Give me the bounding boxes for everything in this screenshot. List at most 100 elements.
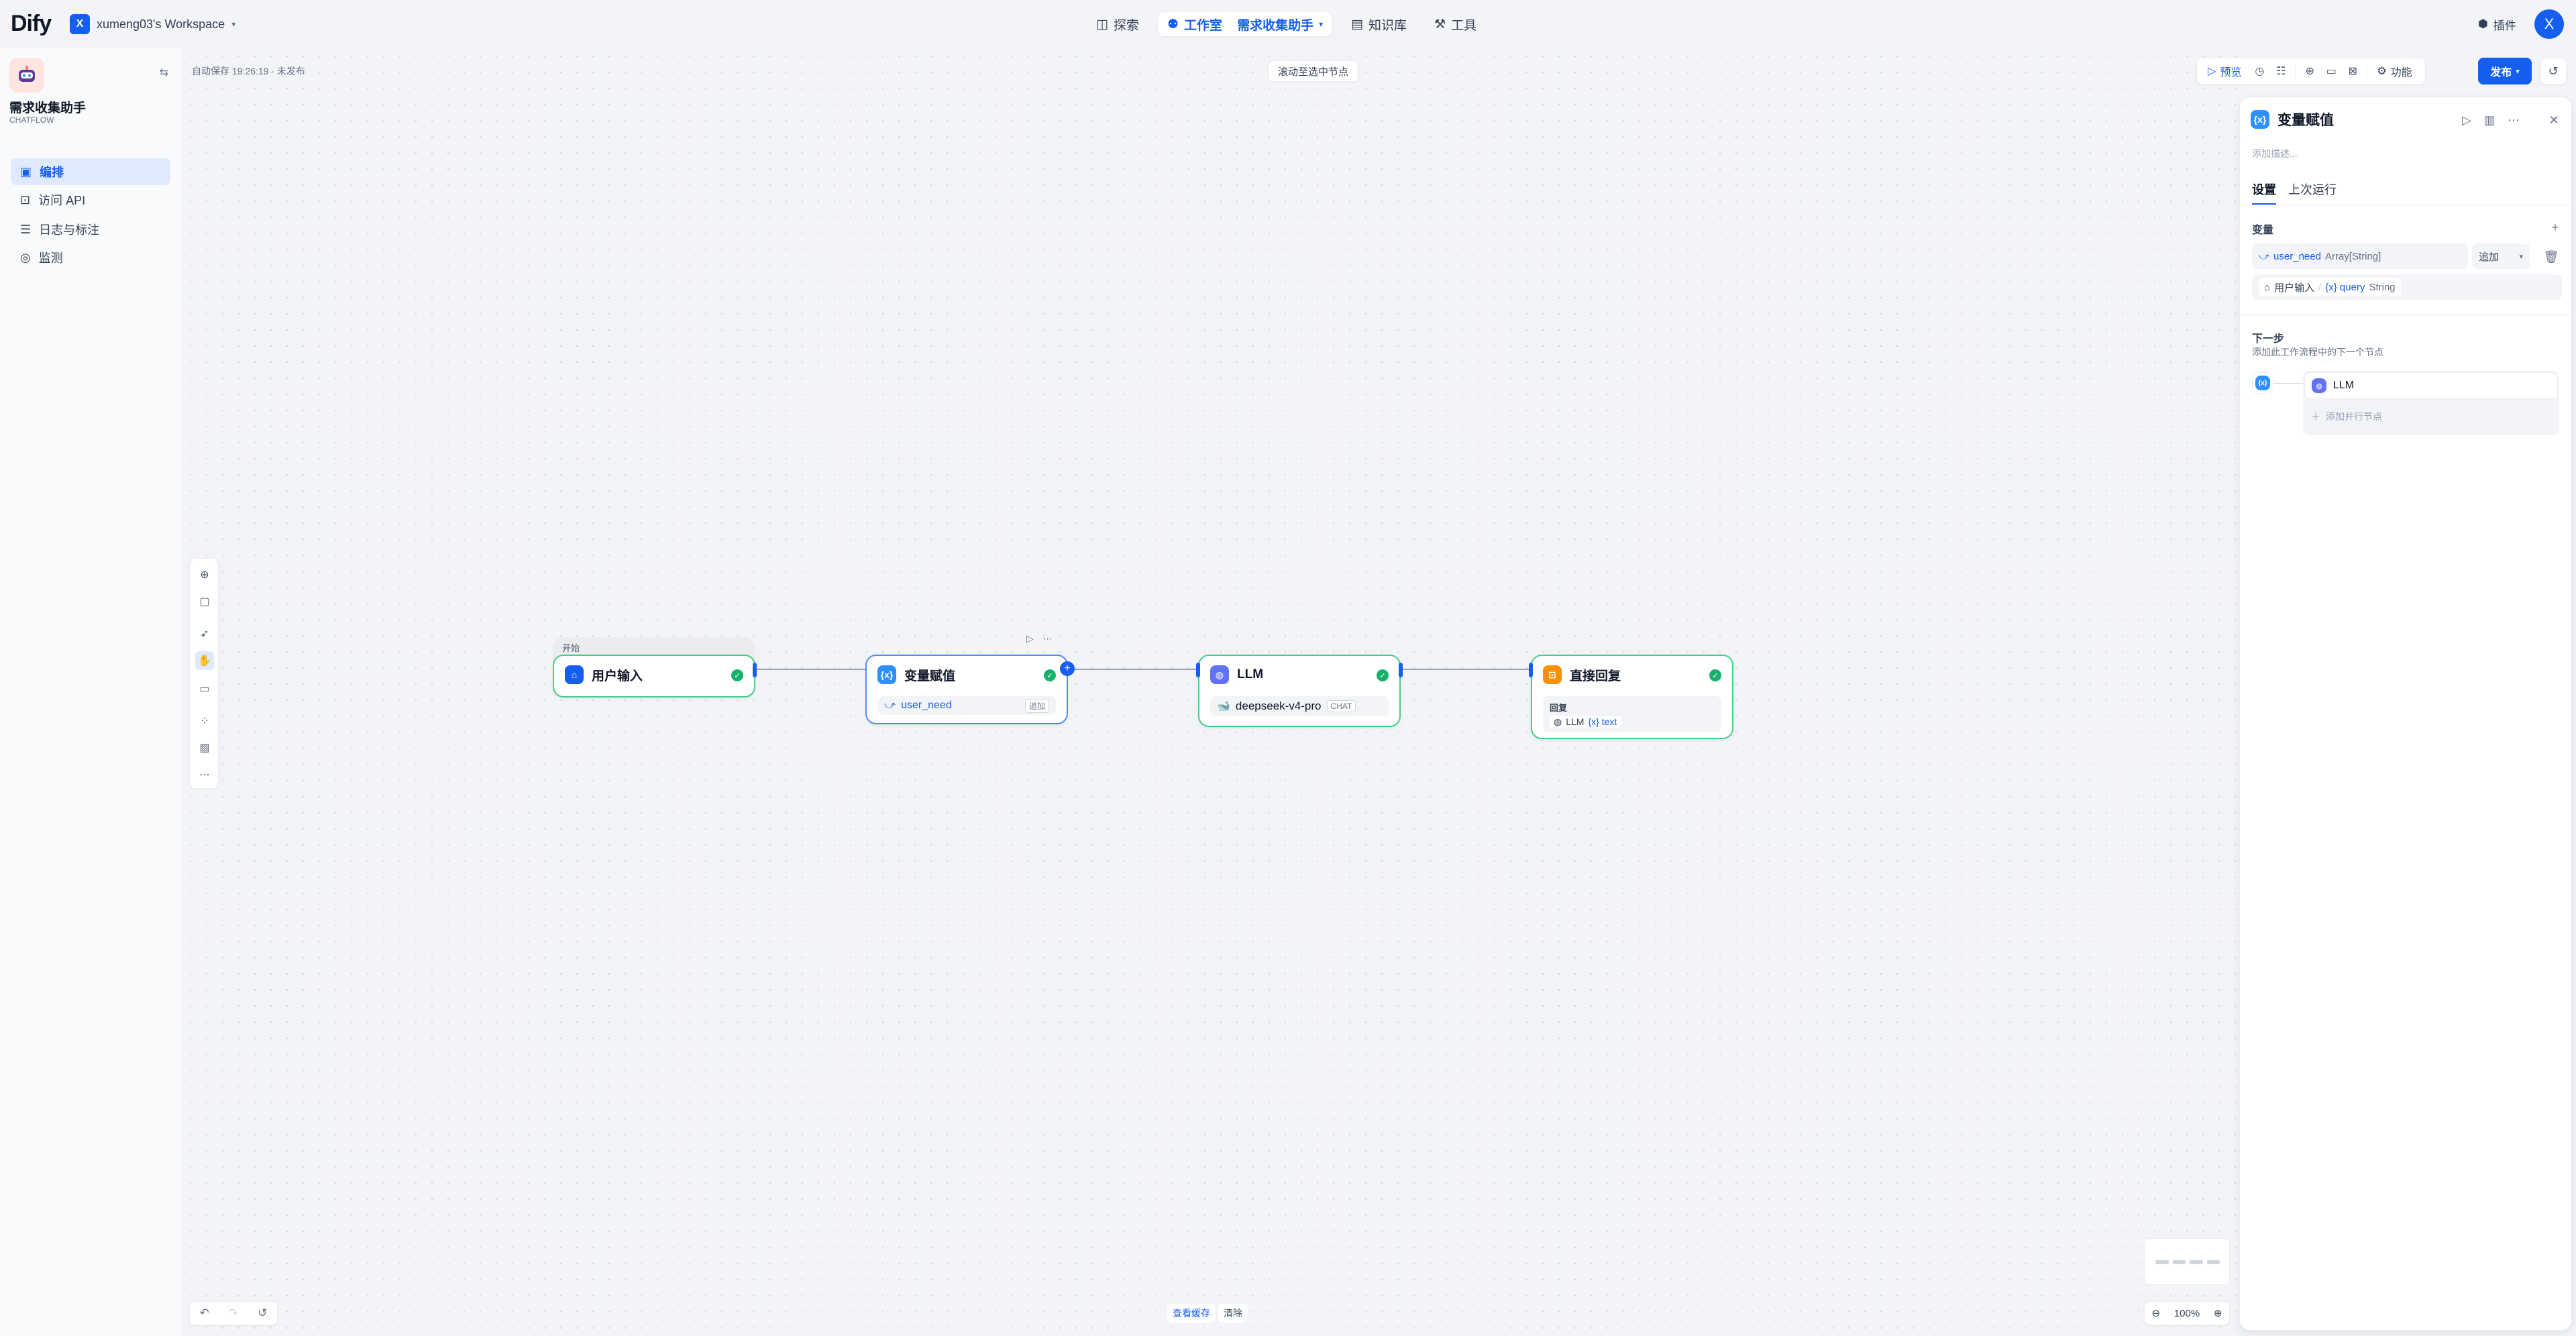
- success-check-icon: ✓: [1377, 669, 1389, 681]
- llm-icon: ◍: [2312, 378, 2326, 393]
- variables-label: 变量: [2252, 225, 2274, 236]
- node-title: ⌂ 用户输入: [565, 665, 643, 684]
- node-title-text: 直接回复: [1570, 669, 1621, 683]
- success-check-icon: ✓: [731, 669, 743, 681]
- home-icon: ⌂: [2264, 281, 2271, 293]
- panel-header: {x} 变量赋值: [2251, 109, 2334, 129]
- canvas-toolbar: ⊕ ▢ ➶ ✋ ▭ ⁘ ▨ ⋯: [189, 558, 219, 789]
- start-group-label: 开始: [562, 643, 580, 653]
- organize-blocks-icon[interactable]: ⁘: [195, 712, 214, 730]
- pointer-icon[interactable]: ➶: [195, 624, 214, 643]
- more-icon[interactable]: ⋯: [1043, 633, 1053, 652]
- close-icon[interactable]: ✕: [2543, 109, 2565, 131]
- target-variable-select[interactable]: ⤻ user_need Array[String]: [2252, 243, 2468, 269]
- deepseek-icon: 🐋: [1217, 701, 1230, 712]
- node-title: {x} 变量赋值: [877, 665, 955, 684]
- add-parallel-label: 添加并行节点: [2326, 411, 2382, 422]
- add-variable-icon[interactable]: +: [2544, 217, 2566, 238]
- answer-var-chip: ◍ LLM {x} text: [1550, 716, 1621, 728]
- next-step-title: 下一步: [2252, 333, 2285, 345]
- history-icon[interactable]: ↺: [258, 1306, 267, 1320]
- node-handle[interactable]: [1399, 663, 1403, 677]
- undo-redo-group: ↶ ↷ ↺: [189, 1301, 278, 1325]
- llm-icon: ◍: [1554, 716, 1562, 727]
- llm-icon: ◍: [1210, 665, 1229, 684]
- variable-icon: {x}: [2251, 110, 2269, 129]
- node-title-text: LLM: [1237, 667, 1264, 681]
- target-var-name: user_need: [2273, 250, 2321, 262]
- plus-icon: ＋: [2311, 411, 2320, 422]
- add-parallel-node-button[interactable]: ＋ 添加并行节点: [2311, 404, 2382, 429]
- zoom-in-icon[interactable]: ⊕: [2214, 1307, 2222, 1319]
- answer-content: 回复 ◍ LLM {x} text: [1543, 696, 1721, 732]
- tab-last-run[interactable]: 上次运行: [2288, 180, 2337, 205]
- source-var-chip: ⌂ 用户输入 / {x} query String: [2259, 278, 2401, 296]
- zoom-out-icon[interactable]: ⊖: [2151, 1307, 2160, 1319]
- llm-model-name: deepseek-v4-pro: [1235, 700, 1322, 712]
- node-settings-panel: {x} 变量赋值 ▷ ▥ ⋯ ✕ 添加描述... 设置 上次运行 变量 + ⤻ …: [2239, 97, 2572, 1331]
- minimap[interactable]: [2144, 1238, 2230, 1285]
- node-handle[interactable]: [753, 663, 757, 677]
- hand-icon[interactable]: ✋: [195, 651, 214, 670]
- home-icon: ⌂: [565, 665, 584, 684]
- export-image-icon[interactable]: ▨: [195, 738, 214, 757]
- comment-icon[interactable]: ▭: [195, 679, 214, 698]
- run-node-icon[interactable]: ▷: [1026, 633, 1034, 652]
- zoom-level[interactable]: 100%: [2174, 1308, 2200, 1319]
- add-note-icon[interactable]: ▢: [195, 592, 214, 611]
- source-var-name: {x} query: [2325, 281, 2365, 293]
- tab-settings[interactable]: 设置: [2252, 180, 2276, 205]
- assigner-op-tag: 追加: [1024, 698, 1049, 713]
- help-doc-icon[interactable]: ▥: [2479, 109, 2500, 131]
- current-node-chip: {x}: [2252, 372, 2273, 394]
- link-icon: ⤻: [2259, 250, 2270, 262]
- success-check-icon: ✓: [1044, 669, 1056, 681]
- node-title: ◍ LLM: [1210, 665, 1263, 684]
- undo-icon[interactable]: ↶: [200, 1306, 209, 1320]
- node-title-text: 用户输入: [592, 669, 643, 683]
- panel-title[interactable]: 变量赋值: [2277, 109, 2334, 129]
- node-variable-assigner[interactable]: {x} 变量赋值 ✓ ⤻ user_need 追加: [865, 655, 1068, 724]
- link-icon: ⤻: [884, 700, 896, 711]
- description-input[interactable]: 添加描述...: [2252, 147, 2298, 160]
- target-var-type: Array[String]: [2324, 250, 2381, 262]
- minimap-nodes: [2155, 1260, 2220, 1264]
- add-node-icon[interactable]: ⊕: [195, 565, 214, 584]
- variable-icon: {x}: [877, 665, 896, 684]
- node-handle[interactable]: [1196, 663, 1200, 677]
- source-node-name: 用户输入: [2274, 282, 2315, 294]
- node-handle[interactable]: [1529, 663, 1533, 677]
- answer-label: 回复: [1550, 703, 1568, 713]
- answer-var: {x} text: [1588, 716, 1617, 727]
- node-title: ⊡ 直接回复: [1543, 665, 1621, 684]
- node-llm[interactable]: ◍ LLM ✓ 🐋 deepseek-v4-pro CHAT: [1198, 655, 1401, 727]
- llm-mode-tag: CHAT: [1326, 700, 1356, 712]
- operation-select[interactable]: 追加 ▾: [2472, 243, 2530, 269]
- next-node-name: LLM: [2333, 380, 2355, 391]
- variable-icon: {x}: [2255, 376, 2270, 390]
- success-check-icon: ✓: [1709, 669, 1721, 681]
- more-icon[interactable]: ⋯: [2503, 109, 2524, 131]
- assigner-var-name: user_need: [901, 700, 952, 711]
- next-step-desc: 添加此工作流程中的下一个节点: [2252, 347, 2383, 357]
- run-node-icon[interactable]: ▷: [2456, 109, 2477, 131]
- llm-model-row: 🐋 deepseek-v4-pro CHAT: [1210, 696, 1389, 716]
- connector-line: [2273, 383, 2303, 384]
- delete-icon[interactable]: 🗑: [2540, 246, 2562, 268]
- more-icon[interactable]: ⋯: [195, 765, 214, 784]
- view-cache-button[interactable]: 查看缓存: [1167, 1304, 1216, 1323]
- node-start[interactable]: ⌂ 用户输入 ✓: [553, 655, 755, 698]
- clear-button[interactable]: 清除: [1218, 1304, 1248, 1323]
- answer-icon: ⊡: [1543, 665, 1562, 684]
- source-var-type: String: [2369, 281, 2396, 293]
- assigner-variable-row: ⤻ user_need 追加: [877, 696, 1056, 715]
- node-answer[interactable]: ⊡ 直接回复 ✓ 回复 ◍ LLM {x} text: [1531, 655, 1733, 739]
- redo-icon[interactable]: ↷: [229, 1306, 238, 1320]
- add-next-node-icon[interactable]: +: [1060, 661, 1075, 676]
- next-node-llm[interactable]: ◍ LLM: [2304, 372, 2558, 399]
- node-title-text: 变量赋值: [904, 669, 956, 683]
- source-variable-select[interactable]: ⌂ 用户输入 / {x} query String: [2252, 274, 2562, 300]
- panel-tabs: 设置 上次运行: [2252, 180, 2337, 205]
- zoom-controls: ⊖ 100% ⊕: [2144, 1301, 2230, 1325]
- chevron-down-icon: ▾: [2519, 252, 2523, 261]
